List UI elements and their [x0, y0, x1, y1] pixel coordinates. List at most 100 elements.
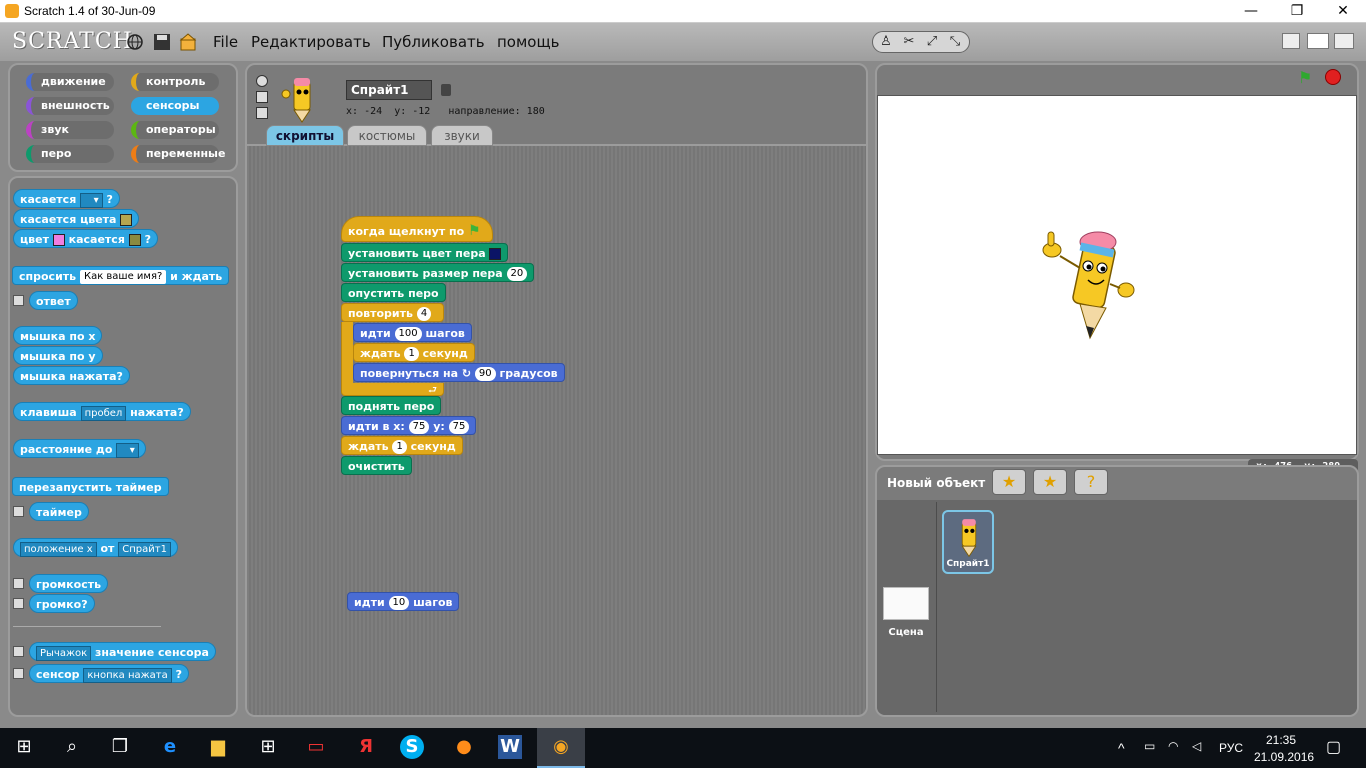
tab-sounds[interactable]: звуки — [431, 125, 493, 146]
turn-block[interactable]: повернуться на ↻ 90 градусов — [353, 363, 565, 382]
pencil-sprite[interactable] — [1040, 228, 1136, 343]
grow-icon[interactable]: ⤢ — [923, 34, 941, 50]
color-touches-block[interactable]: цвет касается ? — [13, 229, 158, 248]
repeat-count-input[interactable]: 4 — [416, 307, 432, 321]
tab-scripts[interactable]: скрипты — [266, 125, 344, 146]
windows-start-icon[interactable]: ⊞ — [10, 733, 38, 761]
repeat-block[interactable]: повторить 4 — [341, 303, 444, 322]
no-rotate-icon[interactable] — [256, 107, 268, 119]
goto-x-input[interactable]: 75 — [408, 420, 430, 434]
set-pen-color-block[interactable]: установить цвет пера — [341, 243, 509, 262]
category-variables[interactable]: переменные — [131, 145, 225, 163]
skype-icon[interactable]: S — [400, 735, 424, 759]
set-pen-size-block[interactable]: установить размер пера 20 — [341, 263, 535, 282]
distance-dropdown[interactable]: ▾ — [116, 442, 139, 458]
touching-dropdown[interactable]: ▾ — [80, 192, 103, 208]
pen-down-block[interactable]: опустить перо — [341, 283, 446, 302]
battery-icon[interactable]: ▭ — [1144, 739, 1155, 753]
pen-size-input[interactable]: 20 — [506, 267, 528, 281]
scripts-area[interactable] — [245, 146, 868, 717]
loose-move-block[interactable]: идти 10 шагов — [347, 592, 460, 611]
choose-sprite-file-button[interactable]: ★ — [1033, 469, 1067, 495]
pen-up-block[interactable]: поднять перо — [341, 396, 442, 415]
notifications-icon[interactable]: ▢ — [1326, 737, 1341, 757]
category-pen[interactable]: перо — [26, 145, 114, 163]
category-motion[interactable]: движение — [26, 73, 114, 91]
sprite-dropdown[interactable]: Спрайт1 — [118, 541, 171, 557]
clear-block[interactable]: очистить — [341, 456, 412, 475]
distance-block[interactable]: расстояние до ▾ — [13, 439, 146, 458]
wait-block-2[interactable]: ждать 1 секунд — [341, 436, 463, 455]
color-swatch[interactable] — [489, 248, 502, 260]
sensor-pressed-block[interactable]: сенсор кнопка нажата ? — [29, 664, 189, 683]
stage-thumbnail[interactable] — [883, 587, 929, 620]
rotate-style-icon[interactable] — [256, 75, 268, 87]
sensor-dropdown[interactable]: Рычажок — [36, 645, 92, 661]
degrees-input[interactable]: 90 — [474, 367, 496, 381]
attribute-of-block[interactable]: положение x от Спрайт1 — [13, 538, 178, 557]
sensor-value-checkbox[interactable] — [13, 646, 24, 657]
loud-checkbox[interactable] — [13, 598, 24, 609]
search-icon[interactable]: ⌕ — [58, 733, 86, 761]
touching-color-block[interactable]: касается цвета — [13, 209, 140, 228]
shrink-icon[interactable]: ⤡ — [946, 34, 964, 50]
category-operators[interactable]: операторы — [131, 121, 219, 139]
goto-y-input[interactable]: 75 — [448, 420, 470, 434]
small-stage-icon[interactable] — [1282, 33, 1300, 49]
wifi-icon[interactable]: ◠ — [1168, 739, 1178, 753]
loudness-block[interactable]: громкость — [29, 574, 109, 593]
ask-input[interactable]: Как ваше имя? — [79, 270, 167, 284]
clock-date[interactable]: 21.09.2016 — [1254, 750, 1314, 764]
sensor-pressed-checkbox[interactable] — [13, 668, 24, 679]
paint-new-sprite-button[interactable]: ★ — [992, 469, 1026, 495]
asus-icon[interactable]: ▭ — [302, 733, 330, 761]
answer-checkbox[interactable] — [13, 295, 24, 306]
sprite-name-field[interactable]: Спрайт1 — [346, 80, 432, 100]
loudness-checkbox[interactable] — [13, 578, 24, 589]
when-flag-clicked-hat[interactable]: когда щелкнут по ⚑ — [341, 216, 493, 242]
store-icon[interactable]: ⊞ — [254, 733, 282, 761]
timer-block[interactable]: таймер — [29, 502, 89, 521]
globe-icon[interactable] — [125, 33, 145, 51]
menu-file[interactable]: File — [213, 33, 238, 51]
key-dropdown[interactable]: пробел — [80, 405, 127, 421]
attribute-dropdown[interactable]: положение x — [20, 541, 97, 557]
task-view-icon[interactable]: ❐ — [106, 733, 134, 761]
stage-canvas[interactable] — [877, 95, 1357, 455]
steps-input[interactable]: 100 — [394, 327, 422, 341]
save-icon[interactable] — [152, 33, 172, 51]
lock-icon[interactable] — [441, 84, 451, 96]
wait-input[interactable]: 1 — [404, 347, 419, 361]
menu-share[interactable]: Публиковать — [382, 33, 485, 51]
edge-icon[interactable]: e — [156, 733, 184, 761]
flip-style-icon[interactable] — [256, 91, 268, 103]
close-button[interactable]: ✕ — [1320, 0, 1366, 23]
loud-block[interactable]: громко? — [29, 594, 95, 613]
key-pressed-block[interactable]: клавиша пробел нажата? — [13, 402, 191, 421]
move-steps-block[interactable]: идти 100 шагов — [353, 323, 472, 342]
random-sprite-button[interactable]: ? — [1074, 469, 1108, 495]
wait-input-2[interactable]: 1 — [392, 440, 407, 454]
sensor-value-block[interactable]: Рычажок значение сенсора — [29, 642, 216, 661]
chevron-up-icon[interactable]: ^ — [1118, 740, 1125, 756]
normal-stage-icon[interactable] — [1307, 33, 1329, 49]
language-indicator[interactable]: РУС — [1219, 741, 1243, 755]
color-swatch[interactable] — [128, 234, 141, 246]
mouse-down-block[interactable]: мышка нажата? — [13, 366, 130, 385]
maximize-button[interactable]: ❐ — [1274, 0, 1320, 23]
category-looks[interactable]: внешность — [26, 97, 114, 115]
category-control[interactable]: контроль — [131, 73, 219, 91]
mouse-x-block[interactable]: мышка по x — [13, 326, 103, 345]
category-sensing[interactable]: сенсоры — [131, 97, 219, 115]
minimize-button[interactable]: — — [1228, 0, 1274, 23]
menu-help[interactable]: помощь — [497, 33, 559, 51]
stop-button[interactable] — [1325, 69, 1341, 85]
wait-block[interactable]: ждать 1 секунд — [353, 343, 475, 362]
sprite-thumb-card[interactable]: Спрайт1 — [942, 510, 994, 574]
color-swatch[interactable] — [120, 214, 133, 226]
duplicate-icon[interactable]: ♙ — [877, 34, 895, 50]
delete-icon[interactable]: ✂ — [900, 34, 918, 50]
share-icon[interactable] — [179, 33, 199, 51]
word-icon[interactable]: W — [498, 735, 522, 759]
clock-time[interactable]: 21:35 — [1266, 733, 1296, 747]
